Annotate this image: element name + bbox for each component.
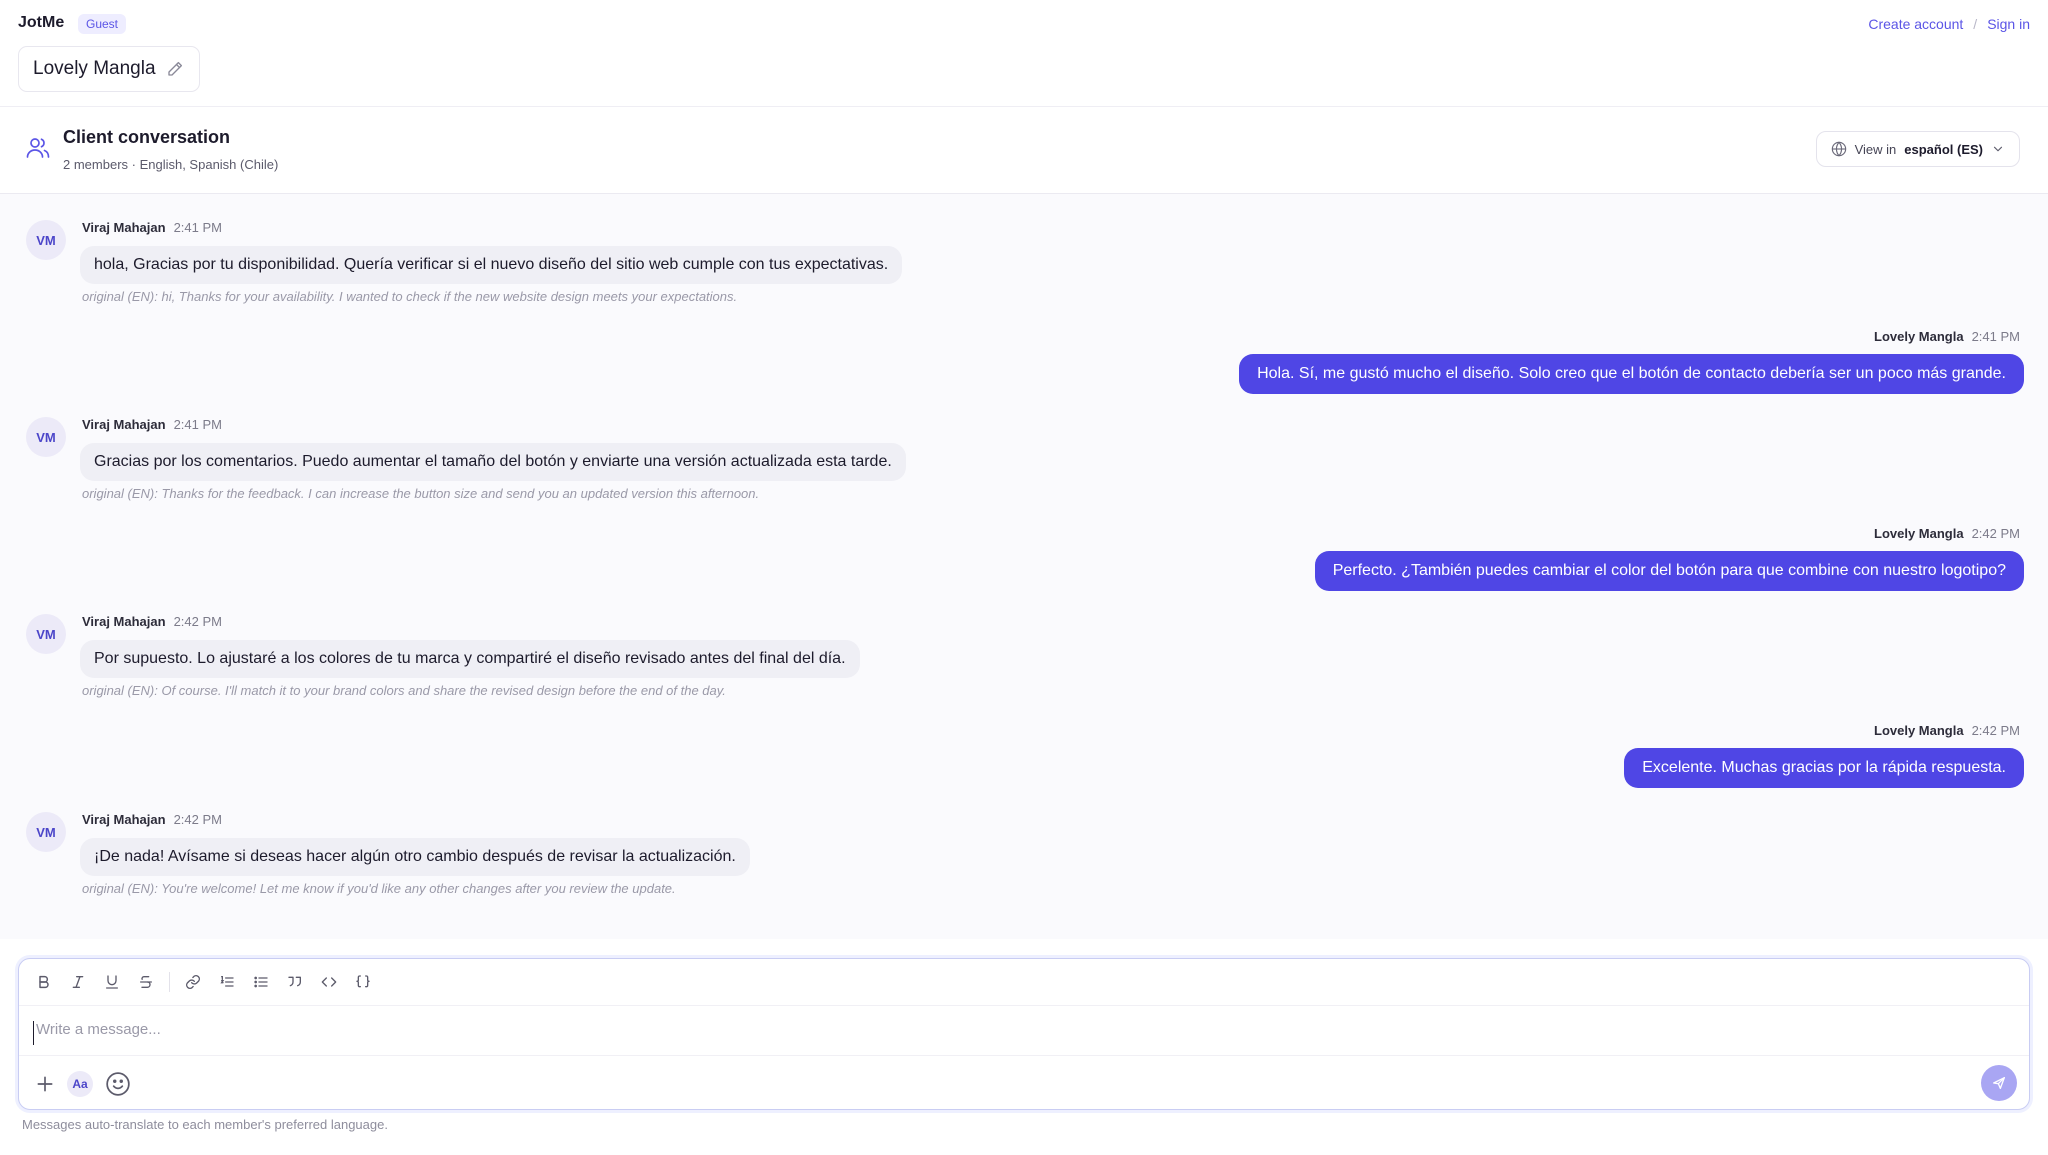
- italic-icon[interactable]: [65, 969, 91, 995]
- sender-name: Viraj Mahajan: [82, 220, 166, 235]
- send-icon: [1991, 1075, 2007, 1091]
- message-meta: Lovely Mangla 2:42 PM: [1874, 526, 2020, 541]
- link-icon[interactable]: [180, 969, 206, 995]
- bullet-list-icon[interactable]: [248, 969, 274, 995]
- sender-name: Viraj Mahajan: [82, 812, 166, 827]
- message-time: 2:42 PM: [1971, 723, 2020, 738]
- selected-language: español (ES): [1904, 141, 1983, 157]
- emoji-icon[interactable]: [105, 1071, 131, 1097]
- formatting-toolbar: [31, 969, 376, 995]
- original-text: original (EN): Thanks for the feedback. …: [82, 486, 760, 501]
- strikethrough-icon[interactable]: [133, 969, 159, 995]
- message-meta: Viraj Mahajan 2:41 PM: [82, 417, 222, 432]
- outgoing-message-bubble[interactable]: Excelente. Muchas gracias por la rápida …: [1624, 748, 2024, 788]
- view-language-dropdown[interactable]: View in español (ES): [1815, 131, 2020, 167]
- auto-translate-note: Messages auto-translate to each member's…: [22, 1117, 388, 1132]
- incoming-message-bubble[interactable]: Por supuesto. Lo ajustaré a los colores …: [80, 640, 860, 678]
- message-time: 2:42 PM: [173, 812, 222, 827]
- toolbar-divider: [19, 1005, 2029, 1006]
- avatar: VM: [26, 220, 66, 260]
- message-time: 2:41 PM: [173, 220, 222, 235]
- code-icon[interactable]: [316, 969, 342, 995]
- brand-logo[interactable]: JotMe: [18, 14, 64, 32]
- globe-icon: [1831, 141, 1847, 157]
- message-meta: Lovely Mangla 2:41 PM: [1874, 329, 2020, 344]
- document-title: Lovely Mangla: [33, 58, 156, 79]
- conversation-header: Client conversation 2 members · English,…: [0, 107, 2048, 193]
- original-text: original (EN): Of course. I'll match it …: [82, 683, 726, 698]
- bold-icon[interactable]: [31, 969, 57, 995]
- message-meta: Lovely Mangla 2:42 PM: [1874, 723, 2020, 738]
- avatar: VM: [26, 417, 66, 457]
- message-input[interactable]: Write a message...: [33, 1021, 1996, 1045]
- message-meta: Viraj Mahajan 2:42 PM: [82, 614, 222, 629]
- outgoing-message-bubble[interactable]: Hola. Sí, me gustó mucho el diseño. Solo…: [1239, 354, 2024, 394]
- guest-badge: Guest: [78, 14, 127, 34]
- plus-icon[interactable]: [35, 1074, 55, 1094]
- message-time: 2:41 PM: [173, 417, 222, 432]
- format-text-button[interactable]: Aa: [67, 1071, 93, 1097]
- document-title-chip[interactable]: Lovely Mangla: [18, 46, 200, 92]
- message-meta: Viraj Mahajan 2:41 PM: [82, 220, 222, 235]
- send-button[interactable]: [1981, 1065, 2017, 1101]
- members-icon: [26, 137, 50, 159]
- input-divider: [19, 1055, 2029, 1056]
- message-list[interactable]: VM Viraj Mahajan 2:41 PM hola, Gracias po…: [0, 194, 2048, 939]
- auth-links: Create account / Sign in: [1868, 16, 2030, 32]
- message-composer: Write a message... Aa: [18, 958, 2030, 1110]
- conversation-title: Client conversation: [63, 127, 231, 147]
- message-time: 2:42 PM: [1971, 526, 2020, 541]
- message-time: 2:41 PM: [1971, 329, 2020, 344]
- message-time: 2:42 PM: [173, 614, 222, 629]
- composer-actions: Aa: [35, 1071, 131, 1097]
- ordered-list-icon[interactable]: [214, 969, 240, 995]
- incoming-message-bubble[interactable]: Gracias por los comentarios. Puedo aumen…: [80, 443, 906, 481]
- outgoing-message-bubble[interactable]: Perfecto. ¿También puedes cambiar el col…: [1314, 551, 2024, 591]
- conversation-subtitle: 2 members · English, Spanish (Chile): [63, 157, 279, 172]
- top-bar: JotMe Guest Create account / Sign in Lov…: [0, 0, 2048, 106]
- sender-name: Lovely Mangla: [1874, 723, 1964, 738]
- code-block-icon[interactable]: [350, 969, 376, 995]
- quote-icon[interactable]: [282, 969, 308, 995]
- sender-name: Viraj Mahajan: [82, 417, 166, 432]
- original-text: original (EN): hi, Thanks for your avail…: [82, 289, 738, 304]
- toolbar-separator: [169, 972, 170, 992]
- chevron-down-icon: [1991, 142, 2005, 156]
- avatar: VM: [26, 614, 66, 654]
- sign-in-link[interactable]: Sign in: [1987, 16, 2030, 32]
- incoming-message-bubble[interactable]: hola, Gracias por tu disponibilidad. Que…: [80, 246, 903, 284]
- create-account-link[interactable]: Create account: [1868, 16, 1963, 32]
- incoming-message-bubble[interactable]: ¡De nada! Avísame si deseas hacer algún …: [80, 838, 750, 876]
- view-in-label: View in: [1854, 141, 1897, 157]
- sender-name: Lovely Mangla: [1874, 526, 1964, 541]
- sender-name: Viraj Mahajan: [82, 614, 166, 629]
- auth-separator: /: [1973, 16, 1978, 32]
- edit-pencil-icon[interactable]: [166, 60, 184, 78]
- avatar: VM: [26, 812, 66, 852]
- underline-icon[interactable]: [99, 969, 125, 995]
- message-meta: Viraj Mahajan 2:42 PM: [82, 812, 222, 827]
- original-text: original (EN): You're welcome! Let me kn…: [82, 881, 676, 896]
- sender-name: Lovely Mangla: [1874, 329, 1964, 344]
